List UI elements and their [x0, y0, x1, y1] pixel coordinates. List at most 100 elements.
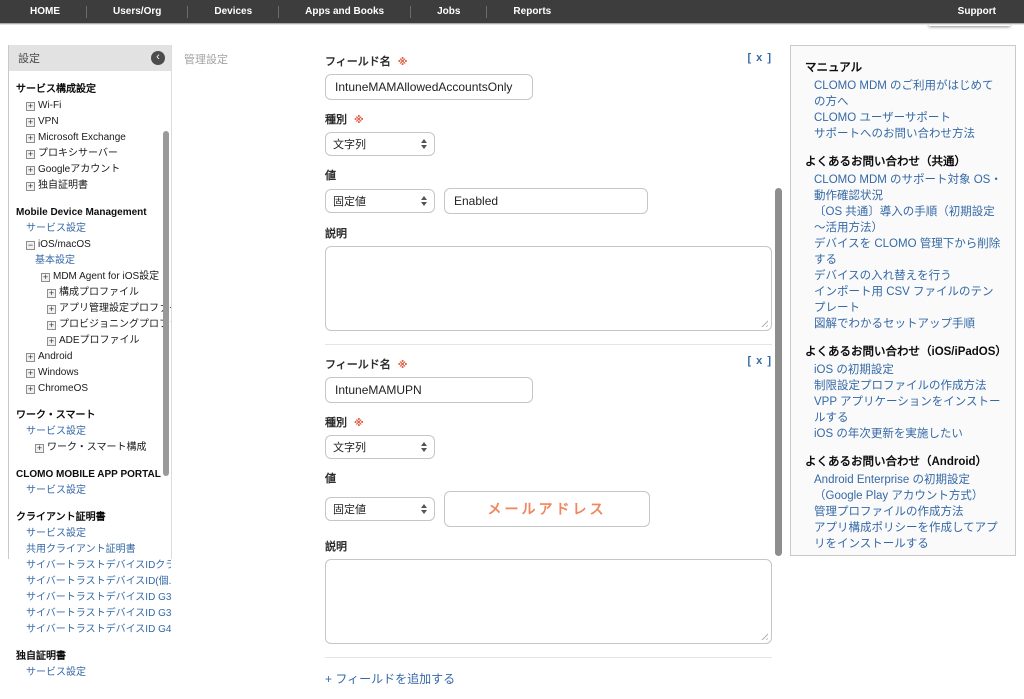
- add-field-link[interactable]: + フィールドを追加する: [325, 670, 455, 687]
- help-link[interactable]: デバイスの入れ替えを行う: [805, 268, 1002, 284]
- expand-plus-icon[interactable]: +: [26, 134, 35, 143]
- help-link[interactable]: 〔OS 共通〕導入の手順（初期設定～活用方法）: [805, 204, 1002, 236]
- help-link[interactable]: iOS の初期設定: [805, 362, 1002, 378]
- value-mode-select[interactable]: 固定値: [325, 189, 435, 213]
- expand-plus-icon[interactable]: +: [47, 305, 56, 314]
- expand-plus-icon[interactable]: +: [26, 150, 35, 159]
- collapse-minus-icon[interactable]: −: [26, 241, 35, 250]
- tree-item-label: サイバートラストデバイスID G3i...: [26, 592, 171, 603]
- remove-field-button[interactable]: [ x ]: [747, 355, 772, 367]
- help-link[interactable]: Android Enterprise の初期設定（Google Play アカウ…: [805, 472, 1002, 504]
- help-link[interactable]: デバイスを CLOMO 管理下から削除する: [805, 236, 1002, 268]
- help-link[interactable]: インポート用 CSV ファイルのテンプレート: [805, 284, 1002, 316]
- tree-item[interactable]: +プロビジョニングプロファ...: [9, 316, 169, 332]
- tree-item[interactable]: +VPN: [9, 113, 169, 129]
- tree-item-label: 共用クライアント証明書: [26, 544, 136, 555]
- expand-plus-icon[interactable]: +: [26, 385, 35, 394]
- tree-item-label: 構成プロファイル: [59, 287, 139, 298]
- tree-item[interactable]: +Microsoft Exchange: [9, 129, 169, 145]
- tree-item[interactable]: サイバートラストデバイスID G3i...: [9, 589, 169, 605]
- resize-handle-icon[interactable]: [759, 631, 768, 640]
- tree-item-label: サービス設定: [26, 485, 86, 496]
- required-mark: ※: [398, 57, 408, 68]
- expand-plus-icon[interactable]: +: [26, 118, 35, 127]
- value-mode-select[interactable]: 固定値: [325, 497, 435, 521]
- tree-item[interactable]: +Wi-Fi: [9, 97, 169, 113]
- tree-item[interactable]: サイバートラストデバイスID(個...: [9, 573, 169, 589]
- field-name-input[interactable]: [325, 377, 533, 403]
- expand-plus-icon[interactable]: +: [47, 337, 56, 346]
- expand-plus-icon[interactable]: +: [26, 166, 35, 175]
- tree-section-header: Mobile Device Management: [9, 206, 169, 220]
- nav-item-devices[interactable]: Devices: [188, 0, 278, 23]
- help-link[interactable]: CLOMO ユーザーサポート: [805, 110, 1002, 126]
- field-type-select[interactable]: 文字列: [325, 132, 435, 156]
- tree-item[interactable]: +構成プロファイル: [9, 284, 169, 300]
- field-name-input[interactable]: [325, 74, 533, 100]
- help-link[interactable]: VPP アプリケーションをインストールする: [805, 394, 1002, 426]
- resize-handle-icon[interactable]: [759, 318, 768, 327]
- description-textarea[interactable]: [325, 559, 772, 644]
- value-input[interactable]: [444, 188, 648, 214]
- tree-item[interactable]: +ワーク・スマート構成: [9, 439, 169, 455]
- help-link[interactable]: CLOMO MDM のサポート対象 OS・動作確認状況: [805, 172, 1002, 204]
- tree-item[interactable]: +Googleアカウント: [9, 161, 169, 177]
- tree-item-label: ワーク・スマート構成: [47, 442, 147, 453]
- expand-plus-icon[interactable]: +: [41, 273, 50, 282]
- nav-item-jobs[interactable]: Jobs: [411, 0, 486, 23]
- expand-plus-icon[interactable]: +: [35, 444, 44, 453]
- nav-item-reports[interactable]: Reports: [487, 0, 577, 23]
- expand-plus-icon[interactable]: +: [47, 321, 56, 330]
- tree-item[interactable]: サービス設定: [9, 220, 169, 236]
- expand-plus-icon[interactable]: +: [26, 102, 35, 111]
- tree-item[interactable]: −iOS/macOS: [9, 236, 169, 252]
- collapse-sidebar-button[interactable]: ‹: [151, 51, 165, 65]
- tree-item-label: サイバートラストデバイスID(個...: [26, 576, 171, 587]
- field-type-select[interactable]: 文字列: [325, 435, 435, 459]
- tree-item[interactable]: +アプリ管理設定プロファイル: [9, 300, 169, 316]
- help-link[interactable]: 管理プロファイルの作成方法: [805, 504, 1002, 520]
- help-link[interactable]: CLOMO MDM のご利用がはじめての方へ: [805, 78, 1002, 110]
- description-textarea[interactable]: [325, 246, 772, 331]
- tree-item[interactable]: サービス設定: [9, 664, 169, 680]
- help-link[interactable]: 図解でわかるセットアップ手順: [805, 316, 1002, 332]
- sidebar-scrollbar[interactable]: [163, 131, 169, 476]
- remove-field-button[interactable]: [ x ]: [747, 52, 772, 64]
- description-label: 説明: [325, 538, 772, 554]
- tree-item[interactable]: サービス設定: [9, 482, 169, 498]
- tree-item-label: ChromeOS: [38, 383, 88, 394]
- help-link[interactable]: アプリ構成ポリシーを作成してアプリをインストールする: [805, 520, 1002, 552]
- value-placeholder[interactable]: メールアドレス: [444, 491, 650, 527]
- tree-item[interactable]: 基本設定: [9, 252, 169, 268]
- tree-item[interactable]: サービス設定: [9, 525, 169, 541]
- tree-item[interactable]: +独自証明書: [9, 177, 169, 193]
- tree-item-label: サイバートラストデバイスID G3i...: [26, 608, 171, 619]
- divider: [325, 344, 772, 345]
- expand-plus-icon[interactable]: +: [47, 289, 56, 298]
- expand-plus-icon[interactable]: +: [26, 369, 35, 378]
- nav-item-users-org[interactable]: Users/Org: [87, 0, 187, 23]
- tree-item-label: プロキシサーバー: [38, 148, 118, 159]
- tree-item[interactable]: +プロキシサーバー: [9, 145, 169, 161]
- tree-item[interactable]: +ADEプロファイル: [9, 332, 169, 348]
- help-link[interactable]: 制限設定プロファイルの作成方法: [805, 378, 1002, 394]
- form-scrollbar[interactable]: [775, 188, 782, 556]
- nav-item-apps-and-books[interactable]: Apps and Books: [279, 0, 410, 23]
- help-link[interactable]: iOS の年次更新を実施したい: [805, 426, 1002, 442]
- tree-item[interactable]: サービス設定: [9, 423, 169, 439]
- tree-item[interactable]: +ChromeOS: [9, 380, 169, 396]
- support-link[interactable]: Support: [930, 6, 1024, 17]
- tree-item[interactable]: +MDM Agent for iOS設定: [9, 268, 169, 284]
- tree-item[interactable]: サイバートラストデバイスID G4i...: [9, 621, 169, 637]
- tree-item[interactable]: サイバートラストデバイスID G3i...: [9, 605, 169, 621]
- tree-item[interactable]: +Android: [9, 348, 169, 364]
- help-link[interactable]: サポートへのお問い合わせ方法: [805, 126, 1002, 142]
- nav-item-home[interactable]: HOME: [4, 0, 86, 23]
- required-mark: ※: [398, 360, 408, 371]
- expand-plus-icon[interactable]: +: [26, 353, 35, 362]
- tree-item[interactable]: +Windows: [9, 364, 169, 380]
- tree-item[interactable]: 共用クライアント証明書: [9, 541, 169, 557]
- tree-item[interactable]: サイバートラストデバイスIDクラ...: [9, 557, 169, 573]
- topbar-nav: HOMEUsers/OrgDevicesApps and BooksJobsRe…: [0, 0, 577, 23]
- expand-plus-icon[interactable]: +: [26, 182, 35, 191]
